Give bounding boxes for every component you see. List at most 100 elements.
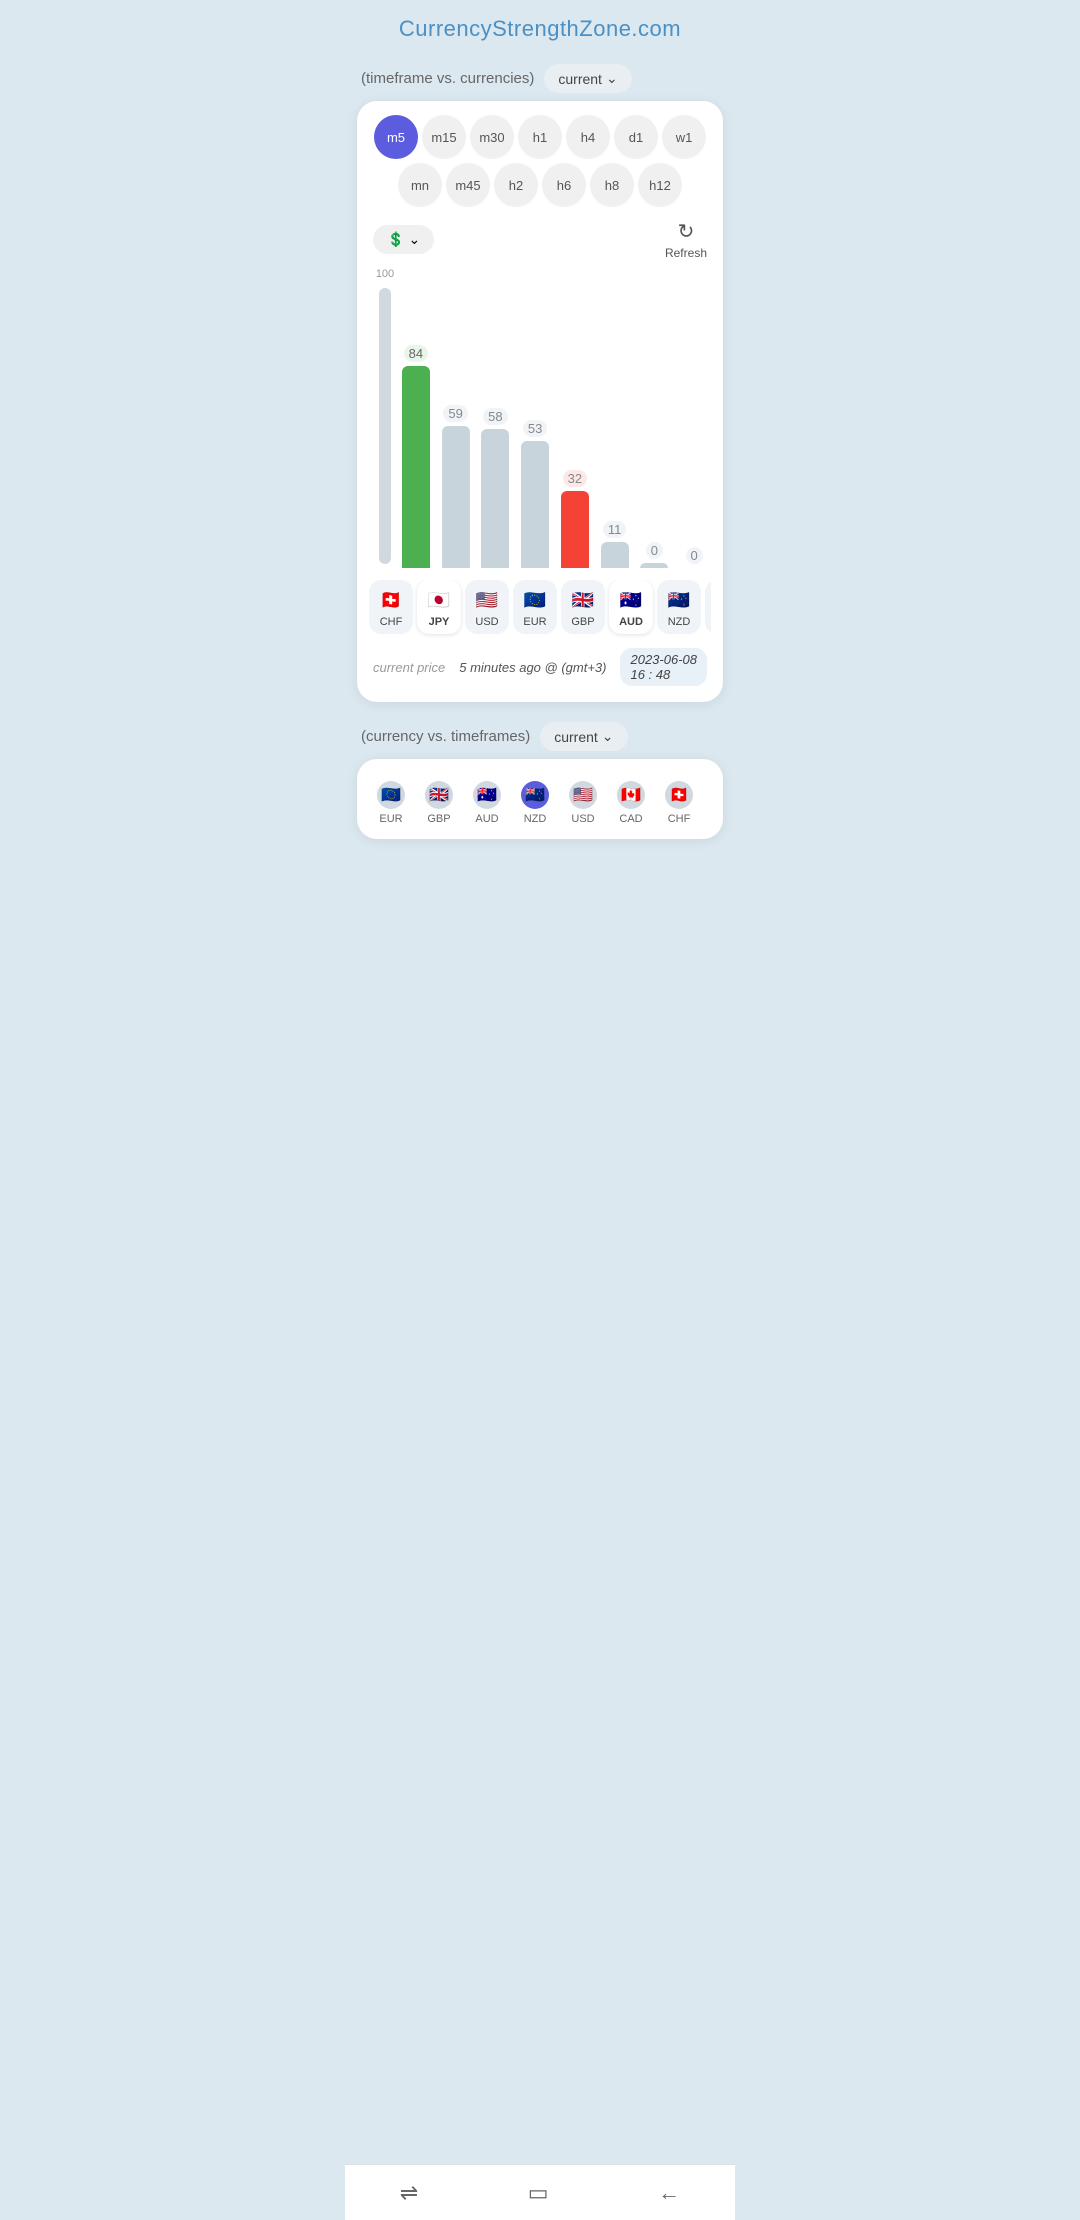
flag-usd: 🇺🇸 [473,586,501,614]
currency-tab-gbp[interactable]: 🇬🇧 GBP [561,580,605,634]
tf-btn-m5[interactable]: m5 [374,115,418,159]
tf-btn-d1[interactable]: d1 [614,115,658,159]
bar-label-aud: 11 [603,521,627,538]
tf-btn-m30[interactable]: m30 [470,115,514,159]
bar-col-chf: 84 [399,268,433,568]
bottom-flag-eur: 🇪🇺 [377,781,405,809]
currency-tab-chf[interactable]: 🇨🇭CHF [369,580,413,634]
bottom-item-nzd[interactable]: 🇳🇿NZD [513,781,557,825]
nav-back-button[interactable]: ← [642,2172,696,2214]
tf-btn-h6[interactable]: h6 [542,163,586,207]
bottom-code-chf: CHF [668,813,691,825]
currency-tabs: 🇨🇭CHF 🇯🇵 JPY 🇺🇸 USD 🇪🇺 EUR 🇬🇧 GBP 🇦🇺 AUD 🇳🇿NZD 🇨🇦CAD [369,580,711,638]
bottom-item-usd[interactable]: 🇺🇸USD [561,781,605,825]
bar-col-nzd: 0 [638,268,672,568]
refresh-label: Refresh [665,246,707,260]
currency-code-chf: CHF [380,616,403,628]
bottom-item-aud[interactable]: 🇦🇺 AUD [465,781,509,825]
bottom-card: 🇪🇺 EUR 🇬🇧GBP 🇦🇺 AUD 🇳🇿NZD🇺🇸USD🇨🇦CAD🇨🇭CHF 🇯🇵JPY [357,759,723,839]
bars-container: 84 59 58 53 32 11 00 [399,268,711,568]
tf-btn-h4[interactable]: h4 [566,115,610,159]
scale-top-label: 100 [376,268,394,280]
back-icon: ← [658,2180,680,2205]
currency-tab-usd[interactable]: 🇺🇸 USD [465,580,509,634]
bottom-code-gbp: GBP [427,813,450,825]
scale-bar [379,288,391,564]
flag-gbp: 🇬🇧 [569,586,597,614]
currency-tab-nzd[interactable]: 🇳🇿NZD [657,580,701,634]
tf-btn-h1[interactable]: h1 [518,115,562,159]
flag-eur: 🇪🇺 [521,586,549,614]
bar-col-cad: 0 [677,268,711,568]
nav-home-button[interactable]: ▭ [512,2172,565,2214]
flag-aud: 🇦🇺 [617,586,645,614]
bar-aud [601,542,629,568]
currency-code-gbp: GBP [571,616,594,628]
bar-col-usd: 58 [479,268,513,568]
bar-col-aud: 11 [598,268,632,568]
bar-label-empty-nzd: 0 [646,542,663,559]
tf-btn-h2[interactable]: h2 [494,163,538,207]
page-title: CurrencyStrengthZone.com [345,0,735,52]
section1-dropdown[interactable]: current ⌄ [544,64,631,93]
bottom-currency-row: 🇪🇺 EUR 🇬🇧GBP 🇦🇺 AUD 🇳🇿NZD🇺🇸USD🇨🇦CAD🇨🇭CHF 🇯🇵JPY [369,781,711,825]
currency-code-eur: EUR [523,616,546,628]
nav-swap-button[interactable]: ⇌ [384,2172,434,2214]
nav-bar: ⇌ ▭ ← [345,2164,735,2220]
bottom-code-eur: EUR [379,813,402,825]
bottom-flag-cad: 🇨🇦 [617,781,645,809]
bottom-item-jpy[interactable]: 🇯🇵JPY [705,781,711,825]
bar-label-jpy: 59 [443,405,467,422]
currency-tab-eur[interactable]: 🇪🇺 EUR [513,580,557,634]
bottom-flag-usd: 🇺🇸 [569,781,597,809]
timeframe-grid: m5m15m30h1h4d1w1 mnm45h2h6h8h12 [369,115,711,207]
section2-label-text: (currency vs. timeframes) [361,728,530,745]
tf-btn-h8[interactable]: h8 [590,163,634,207]
footer-current-price: current price [373,660,445,675]
tf-btn-h12[interactable]: h12 [638,163,682,207]
currency-code-aud: AUD [619,616,643,628]
bottom-item-cad[interactable]: 🇨🇦CAD [609,781,653,825]
tf-btn-w1[interactable]: w1 [662,115,706,159]
section1-label: (timeframe vs. currencies) current ⌄ [361,64,719,93]
currency-tab-jpy[interactable]: 🇯🇵 JPY [417,580,461,634]
tf-btn-mn[interactable]: mn [398,163,442,207]
tf-btn-m45[interactable]: m45 [446,163,490,207]
bar-label-chf: 84 [404,345,428,362]
flag-nzd: 🇳🇿 [665,586,693,614]
currency-tab-cad[interactable]: 🇨🇦CAD [705,580,711,634]
bottom-section: (currency vs. timeframes) current ⌄ 🇪🇺 EU… [345,722,735,909]
currency-selector-icon: 💲 [387,231,404,248]
refresh-button[interactable]: ↻ Refresh [665,219,707,260]
bar-col-gbp: 32 [558,268,592,568]
bar-col-jpy: 59 [439,268,473,568]
currency-tab-aud[interactable]: 🇦🇺 AUD [609,580,653,634]
section2-dropdown[interactable]: current ⌄ [540,722,627,751]
bar-jpy [442,426,470,568]
refresh-icon: ↻ [678,219,695,244]
chevron-down-icon: ⌄ [408,231,420,248]
bar-label-usd: 58 [483,408,507,425]
bottom-item-eur[interactable]: 🇪🇺 EUR [369,781,413,825]
bottom-flag-nzd: 🇳🇿 [521,781,549,809]
flag-jpy: 🇯🇵 [425,586,453,614]
currency-code-jpy: JPY [429,616,450,628]
currency-code-usd: USD [475,616,498,628]
bottom-item-chf[interactable]: 🇨🇭CHF [657,781,701,825]
bar-eur [521,441,549,568]
section2-label: (currency vs. timeframes) current ⌄ [361,722,719,751]
bar-nzd [640,563,668,568]
bottom-item-gbp[interactable]: 🇬🇧GBP [417,781,461,825]
square-icon: ▭ [528,2180,549,2205]
chart-area: 100 84 59 58 53 32 11 00 [369,268,711,568]
footer-date: 2023-06-08 [630,652,697,667]
bar-gbp [561,491,589,568]
currency-selector-button[interactable]: 💲 ⌄ [373,225,434,254]
chart-controls: 💲 ⌄ ↻ Refresh [369,219,711,260]
footer-date-badge: 2023-06-08 16 : 48 [620,648,707,686]
section1-label-text: (timeframe vs. currencies) [361,70,534,87]
bottom-code-aud: AUD [475,813,498,825]
bottom-flag-aud: 🇦🇺 [473,781,501,809]
bar-label-eur: 53 [523,420,547,437]
tf-btn-m15[interactable]: m15 [422,115,466,159]
